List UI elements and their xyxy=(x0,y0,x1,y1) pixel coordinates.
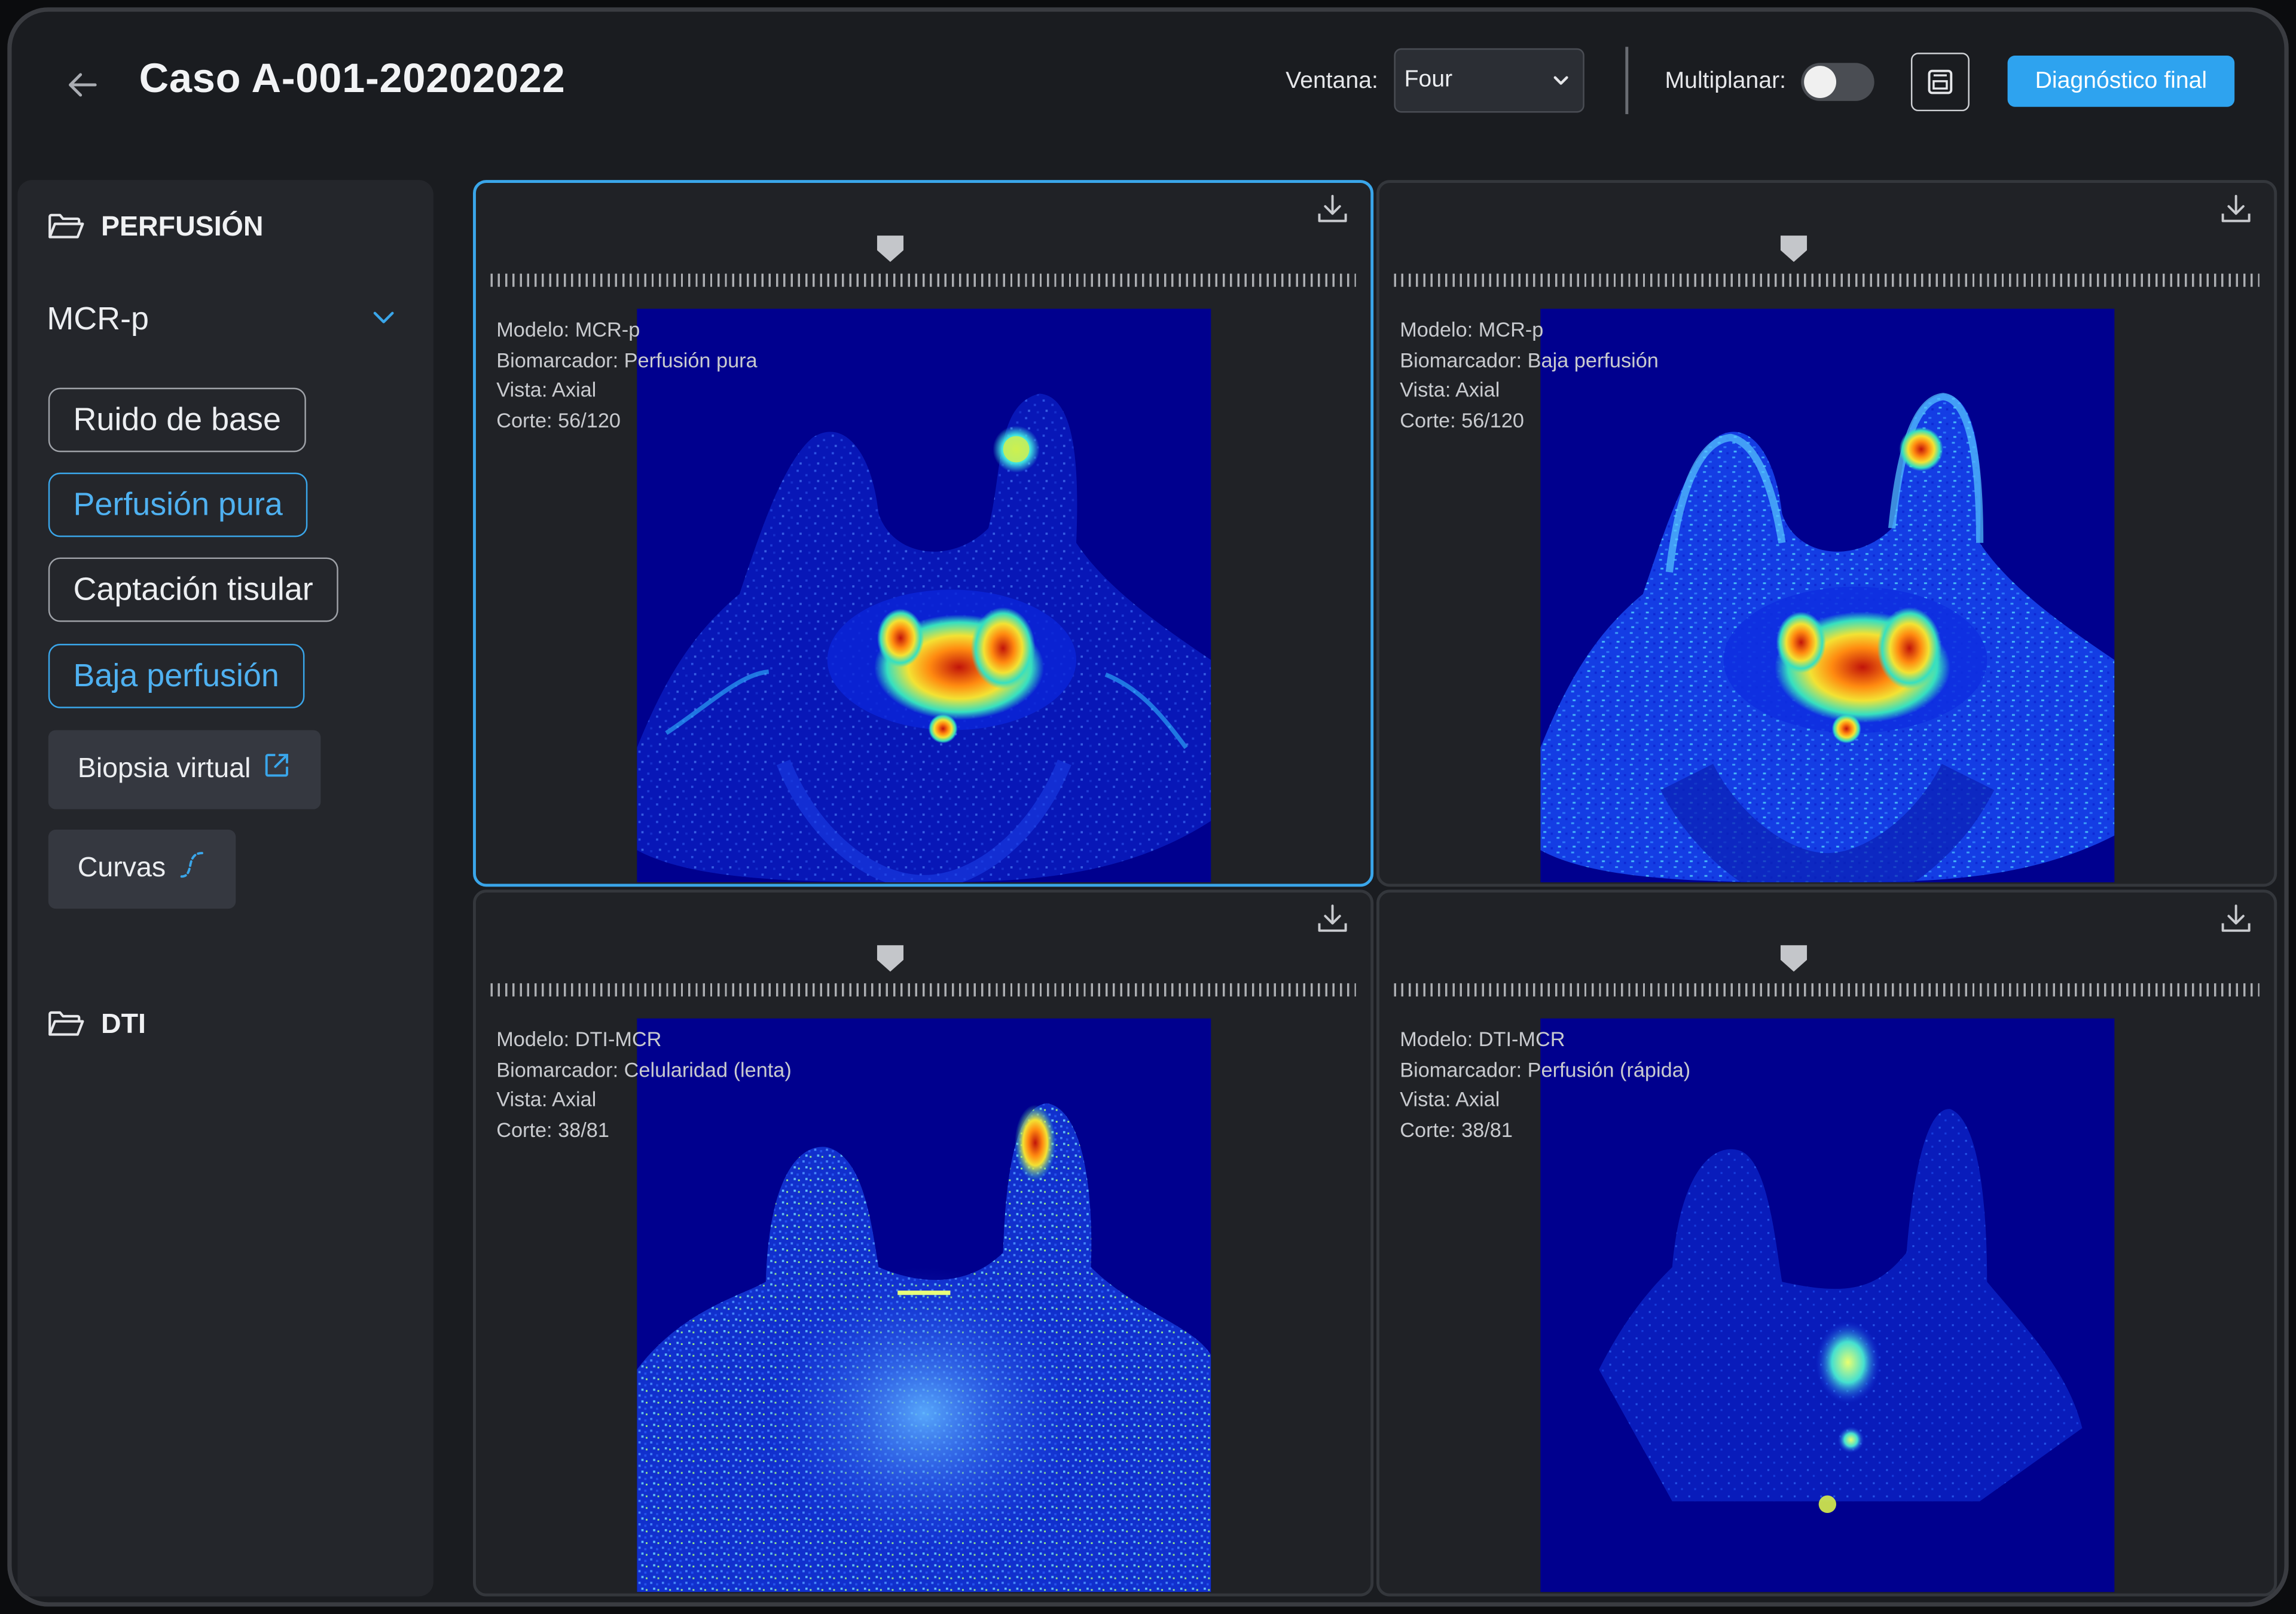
info-corte: Corte: 56/120 xyxy=(1400,407,1525,431)
toggle-knob xyxy=(1804,66,1837,99)
download-icon[interactable] xyxy=(1315,192,1350,227)
viewport-1[interactable]: Modelo: MCR-p Biomarcador: Perfusión pur… xyxy=(473,180,1374,887)
chevron-down-icon xyxy=(1553,76,1568,85)
info-biomarcador: Biomarcador: Perfusión (rápida) xyxy=(1400,1057,1691,1081)
biopsia-virtual-button[interactable]: Biopsia virtual xyxy=(48,730,322,809)
back-arrow-icon[interactable] xyxy=(60,63,103,106)
multiplanar-toggle[interactable] xyxy=(1801,63,1874,101)
download-icon[interactable] xyxy=(2218,192,2254,227)
folder-dti-label: DTI xyxy=(100,1009,146,1041)
download-icon[interactable] xyxy=(2218,901,2254,937)
diagnostico-final-button[interactable]: Diagnóstico final xyxy=(2007,56,2235,107)
folder-open-icon xyxy=(48,1011,84,1036)
info-corte: Corte: 38/81 xyxy=(1400,1117,1513,1141)
slider-handle[interactable] xyxy=(1778,233,1810,265)
info-modelo: Modelo: DTI-MCR xyxy=(496,1027,662,1051)
ventana-selected-value: Four xyxy=(1404,67,1453,93)
app-window: Caso A-001-20202022 Ventana: Four Multip… xyxy=(7,7,2289,1607)
viewport-2[interactable]: Modelo: MCR-p Biomarcador: Baja perfusió… xyxy=(1376,180,2277,887)
folder-open-icon xyxy=(48,213,84,239)
page-title: Caso A-001-20202022 xyxy=(139,56,566,101)
info-modelo: Modelo: MCR-p xyxy=(496,317,640,341)
info-biomarcador: Biomarcador: Celularidad (lenta) xyxy=(496,1057,792,1081)
chevron-down-icon xyxy=(373,311,394,323)
curvas-button[interactable]: Curvas xyxy=(48,829,236,909)
image-icon xyxy=(1928,69,1953,94)
info-vista: Vista: Axial xyxy=(496,377,597,401)
info-modelo: Modelo: MCR-p xyxy=(1400,317,1544,341)
slice-slider[interactable] xyxy=(490,233,1356,291)
info-biomarcador: Biomarcador: Baja perfusión xyxy=(1400,347,1659,371)
header-divider xyxy=(1625,47,1629,114)
model-dropdown-value: MCR-p xyxy=(47,299,149,337)
viewport-info: Modelo: DTI-MCR Biomarcador: Perfusión (… xyxy=(1400,1024,1690,1144)
slice-slider[interactable] xyxy=(1394,233,2260,291)
viewport-info: Modelo: DTI-MCR Biomarcador: Celularidad… xyxy=(496,1024,792,1144)
slider-handle[interactable] xyxy=(1778,942,1810,974)
slider-ticks xyxy=(1394,273,2260,287)
info-vista: Vista: Axial xyxy=(1400,377,1500,401)
slider-ticks xyxy=(490,273,1356,287)
biomarker-captacion-tisular[interactable]: Captación tisular xyxy=(48,557,338,622)
slice-slider[interactable] xyxy=(1394,942,2260,1001)
folder-perfusion-label: PERFUSIÓN xyxy=(100,212,264,243)
ventana-select[interactable]: Four xyxy=(1394,48,1584,113)
slider-ticks xyxy=(1394,983,2260,996)
info-vista: Vista: Axial xyxy=(496,1087,597,1111)
slice-slider[interactable] xyxy=(490,942,1356,1001)
download-icon[interactable] xyxy=(1315,901,1350,937)
info-modelo: Modelo: DTI-MCR xyxy=(1400,1027,1565,1051)
multiplanar-label: Multiplanar: xyxy=(1665,69,1787,94)
slider-handle[interactable] xyxy=(874,233,906,265)
viewport-4[interactable]: Modelo: DTI-MCR Biomarcador: Perfusión (… xyxy=(1376,889,2277,1597)
info-vista: Vista: Axial xyxy=(1400,1087,1500,1111)
slider-ticks xyxy=(490,983,1356,996)
info-biomarcador: Biomarcador: Perfusión pura xyxy=(496,347,758,371)
image-view-button[interactable] xyxy=(1910,53,1970,112)
biomarker-ruido-de-base[interactable]: Ruido de base xyxy=(48,387,306,453)
info-corte: Corte: 38/81 xyxy=(496,1117,609,1141)
curvas-label: Curvas xyxy=(77,853,166,884)
model-dropdown[interactable]: MCR-p xyxy=(47,297,395,341)
biomarker-perfusion-pura[interactable]: Perfusión pura xyxy=(48,472,308,537)
info-corte: Corte: 56/120 xyxy=(496,407,621,431)
slider-handle[interactable] xyxy=(874,942,906,974)
curve-icon xyxy=(181,852,204,878)
ventana-label: Ventana: xyxy=(1286,69,1378,94)
external-link-icon xyxy=(265,754,289,777)
sidebar: PERFUSIÓN MCR-p Ruido de base Perfusión … xyxy=(17,180,433,1597)
viewport-3[interactable]: Modelo: DTI-MCR Biomarcador: Celularidad… xyxy=(473,889,1374,1597)
viewport-info: Modelo: MCR-p Biomarcador: Perfusión pur… xyxy=(496,314,757,435)
biomarker-baja-perfusion[interactable]: Baja perfusión xyxy=(48,644,304,708)
viewport-info: Modelo: MCR-p Biomarcador: Baja perfusió… xyxy=(1400,314,1659,435)
biopsia-virtual-label: Biopsia virtual xyxy=(77,753,251,785)
